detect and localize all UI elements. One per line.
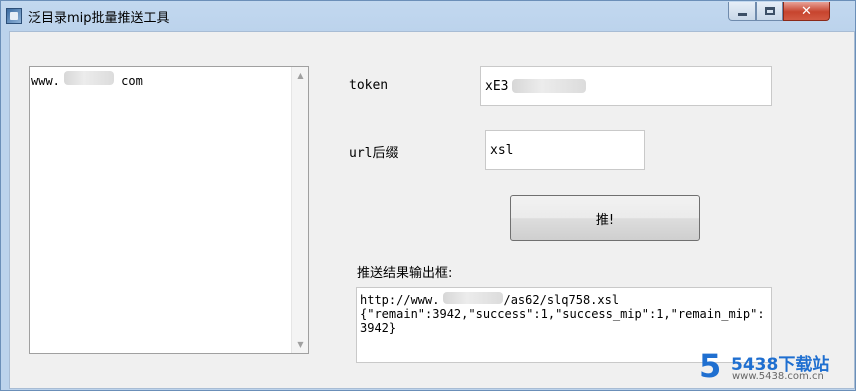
output-line1-suffix: /as62/slq758.xsl (503, 293, 620, 307)
client-area: www. com ▲ ▼ token xE3 url后缀 xsl 推! 推送结果… (9, 31, 855, 389)
url-suffix-label: url后缀 (349, 146, 399, 161)
watermark-url: www.5438.com.cn (732, 371, 824, 382)
maximize-button[interactable] (756, 2, 783, 21)
output-line2: {"remain":3942,"success":1,"success_mip"… (360, 307, 765, 335)
token-input[interactable]: xE3 (480, 66, 772, 106)
title-bar[interactable]: 泛目录mip批量推送工具 ✕ (1, 1, 855, 31)
watermark-logo: 5 (699, 347, 722, 385)
token-value: xE3 (485, 78, 509, 94)
app-icon (6, 8, 22, 24)
minimize-icon (737, 12, 747, 16)
list-item-prefix: www. (31, 74, 60, 88)
minimize-button[interactable] (728, 2, 756, 21)
maximize-icon (764, 7, 775, 15)
watermark: 5 5438下载站 www.5438.com.cn (699, 348, 851, 388)
list-item[interactable]: www. com (31, 71, 143, 88)
url-suffix-input[interactable]: xsl (485, 130, 645, 170)
vertical-scrollbar[interactable]: ▲ ▼ (291, 67, 308, 353)
domain-list[interactable]: www. com ▲ ▼ (29, 66, 309, 354)
window-title: 泛目录mip批量推送工具 (28, 11, 170, 26)
close-button[interactable]: ✕ (783, 2, 830, 21)
push-button-label: 推! (595, 212, 615, 228)
app-window: 泛目录mip批量推送工具 ✕ www. com ▲ ▼ token xE3 ur… (0, 0, 856, 391)
push-button[interactable]: 推! (510, 195, 700, 241)
list-item-suffix: com (121, 74, 143, 88)
redacted-blur (512, 79, 587, 93)
redacted-blur (63, 71, 114, 85)
close-icon: ✕ (801, 3, 812, 19)
output-line1-prefix: http://www. (360, 293, 440, 307)
redacted-blur (443, 292, 504, 304)
chevron-down-icon[interactable]: ▼ (292, 336, 309, 353)
output-label: 推送结果输出框: (357, 266, 453, 281)
chevron-up-icon[interactable]: ▲ (292, 67, 309, 84)
url-suffix-value: xsl (490, 142, 514, 158)
token-label: token (349, 78, 389, 93)
